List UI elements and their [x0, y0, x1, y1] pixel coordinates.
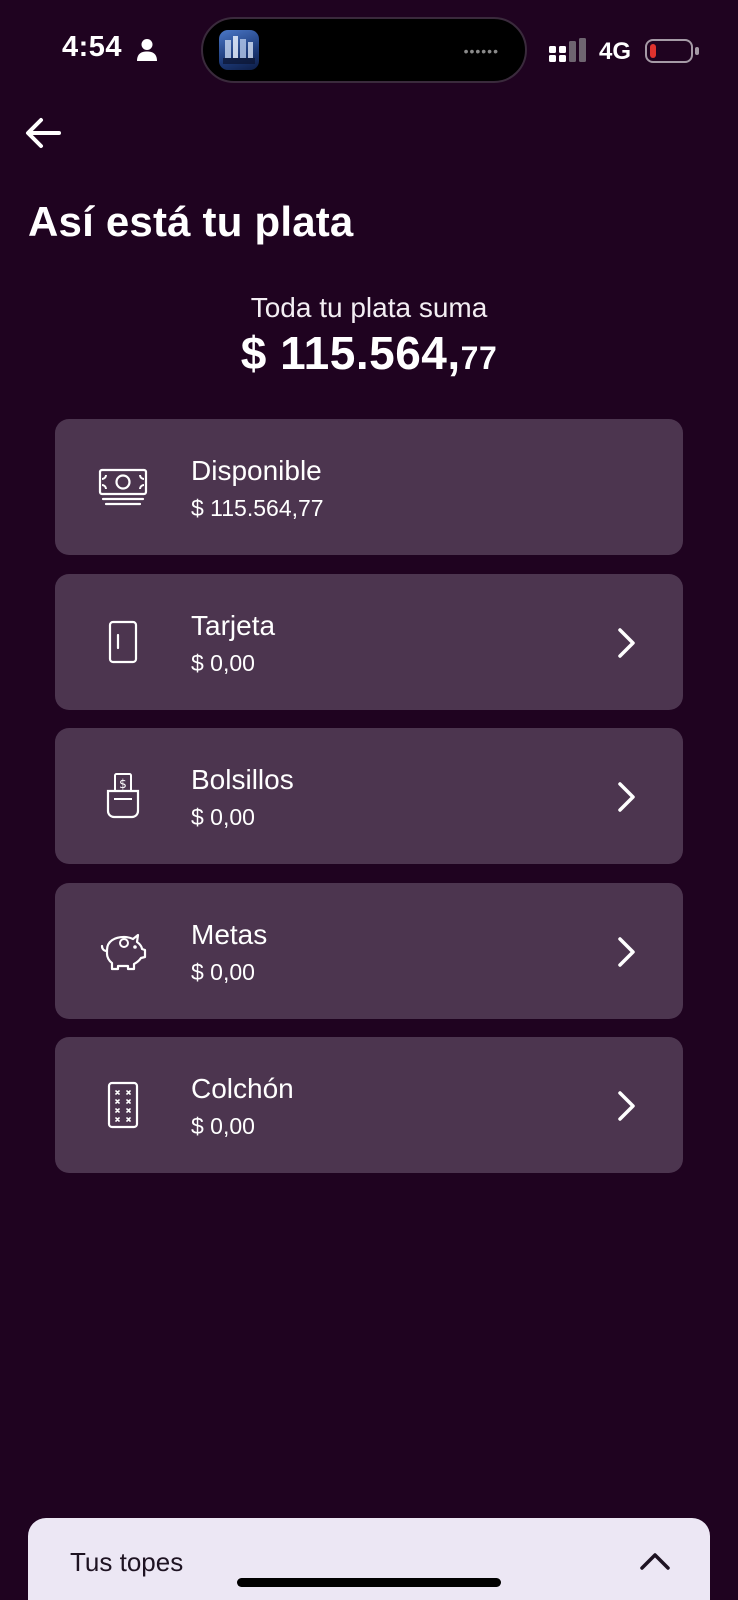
sheet-title: Tus topes — [70, 1547, 184, 1577]
account-card-colchon[interactable]: Colchón $ 0,00 — [55, 1037, 683, 1173]
chevron-up-icon[interactable] — [638, 1546, 672, 1574]
account-amount: $ 0,00 — [191, 650, 255, 676]
person-icon — [137, 39, 157, 61]
home-indicator[interactable] — [237, 1578, 501, 1587]
total-amount: $ 115.564,77 — [0, 326, 738, 380]
back-button[interactable] — [20, 110, 66, 156]
piggy-bank-icon — [89, 917, 157, 985]
mattress-icon — [89, 1071, 157, 1139]
chevron-right-icon — [618, 628, 635, 658]
account-name: Bolsillos — [191, 764, 294, 795]
cash-icon — [89, 453, 157, 521]
svg-text:$: $ — [119, 777, 127, 791]
signal-icon — [549, 38, 586, 62]
account-name: Tarjeta — [191, 610, 276, 641]
pocket-icon: $ — [89, 762, 157, 830]
chevron-right-icon — [618, 782, 635, 812]
battery-icon — [645, 39, 699, 63]
account-card-bolsillos[interactable]: $ Bolsillos $ 0,00 — [55, 728, 683, 864]
account-amount: $ 0,00 — [191, 804, 255, 830]
total-amount-decimals: 77 — [460, 340, 498, 376]
dynamic-island[interactable]: •••••• — [201, 17, 527, 83]
network-type: 4G — [599, 38, 632, 65]
account-amount: $ 0,00 — [191, 1113, 255, 1139]
account-card-metas[interactable]: Metas $ 0,00 — [55, 883, 683, 1019]
app-thumbnail-icon[interactable] — [219, 30, 259, 70]
account-name: Colchón — [191, 1073, 294, 1104]
limits-sheet[interactable]: Tus topes — [28, 1518, 710, 1600]
account-card-tarjeta[interactable]: Tarjeta $ 0,00 — [55, 574, 683, 710]
page-title: Así está tu plata — [28, 198, 354, 245]
screen: 4:54 •••••• 4G Así está tu plata Toda tu… — [0, 0, 738, 1600]
chevron-right-icon — [618, 1091, 635, 1121]
account-amount: $ 115.564,77 — [191, 495, 324, 521]
account-amount: $ 0,00 — [191, 959, 255, 985]
total-amount-main: $ 115.564, — [240, 327, 461, 379]
account-name: Metas — [191, 919, 268, 950]
status-time: 4:54 — [62, 31, 123, 63]
chevron-right-icon — [618, 937, 635, 967]
arrow-left-icon — [26, 118, 61, 148]
island-dots-icon: •••••• — [463, 43, 499, 59]
account-name: Disponible — [191, 455, 322, 486]
account-card-disponible[interactable]: Disponible $ 115.564,77 — [55, 419, 683, 555]
card-icon — [89, 608, 157, 676]
total-label: Toda tu plata suma — [250, 292, 488, 323]
status-bar: 4:54 •••••• 4G — [0, 0, 738, 100]
